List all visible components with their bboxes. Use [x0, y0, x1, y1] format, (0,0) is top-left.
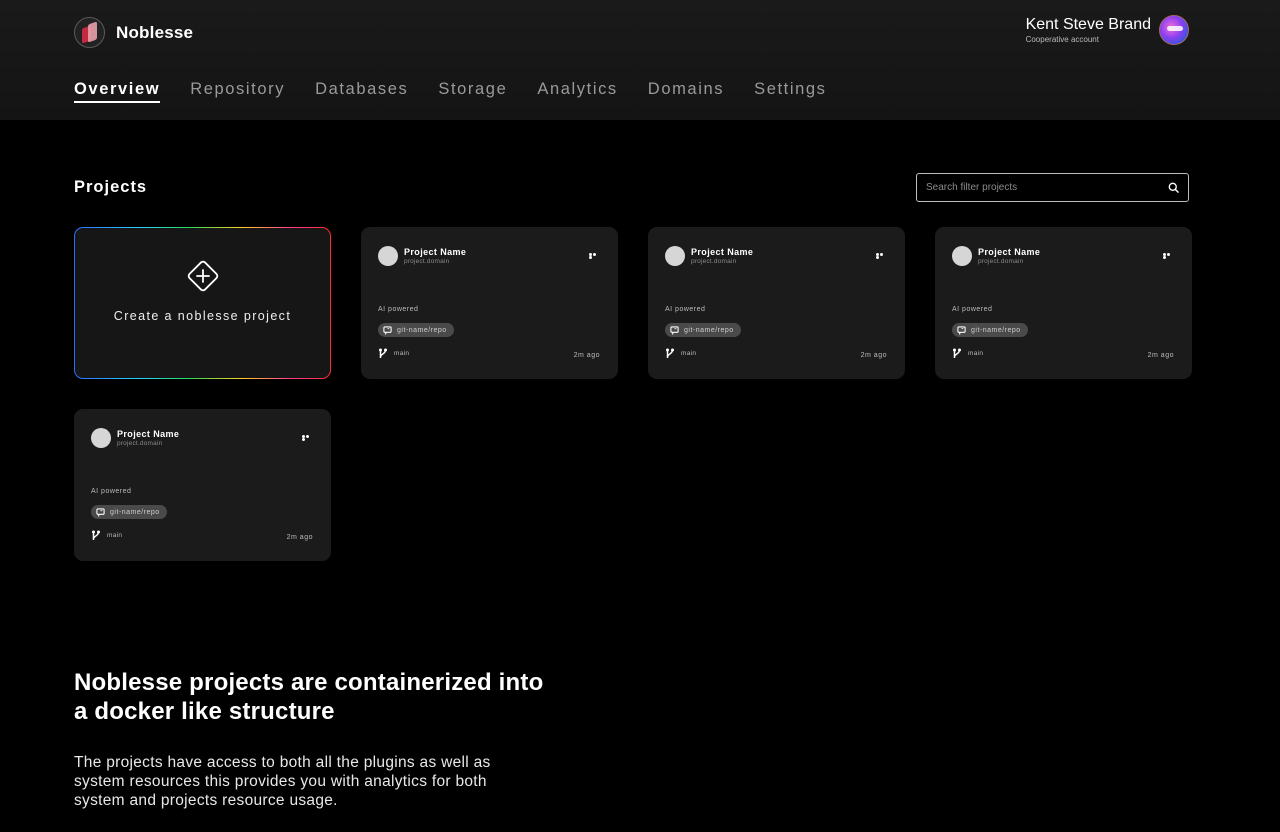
project-domain: project.domain — [404, 258, 450, 265]
nav-analytics[interactable]: Analytics — [537, 79, 617, 103]
top-header: Noblesse Kent Steve Brand Cooperative ac… — [0, 0, 1280, 120]
project-name: Project Name — [117, 429, 180, 439]
brand-logo-icon — [74, 17, 105, 48]
updated-time: 2m ago — [573, 352, 600, 359]
info-description: The projects have access to both all the… — [74, 754, 491, 809]
branch-info: main — [665, 348, 696, 359]
project-tag: AI powered — [665, 306, 706, 313]
project-domain: project.domain — [691, 258, 737, 265]
project-name: Project Name — [978, 247, 1041, 257]
repo-name: git-name/repo — [397, 326, 447, 334]
user-role: Cooperative account — [1025, 34, 1099, 44]
main-nav: Overview Repository Databases Storage An… — [74, 79, 827, 103]
branch-icon — [92, 530, 100, 540]
project-card[interactable]: Project Name project.domain AI powered g… — [361, 227, 618, 379]
branch-name: main — [394, 350, 410, 357]
updated-time: 2m ago — [860, 352, 887, 359]
repo-icon — [96, 507, 105, 517]
nav-settings[interactable]: Settings — [754, 79, 826, 103]
nav-overview[interactable]: Overview — [74, 79, 161, 103]
repo-name: git-name/repo — [110, 508, 160, 516]
project-name: Project Name — [404, 247, 467, 257]
project-avatar — [952, 246, 972, 266]
branch-name: main — [681, 350, 697, 357]
create-project-card[interactable]: Create a noblesse project — [74, 227, 331, 379]
branch-icon — [666, 348, 674, 358]
brand[interactable]: Noblesse — [74, 17, 193, 48]
project-avatar — [665, 246, 685, 266]
branch-info: main — [91, 530, 122, 541]
updated-time: 2m ago — [1147, 352, 1174, 359]
branch-name: main — [107, 532, 123, 539]
more-options-icon[interactable] — [1163, 253, 1174, 259]
projects-title: Projects — [74, 178, 148, 196]
create-project-label: Create a noblesse project — [113, 309, 292, 323]
search-input[interactable] — [917, 174, 1157, 201]
repo-name: git-name/repo — [971, 326, 1021, 334]
project-avatar — [378, 246, 398, 266]
nav-storage[interactable]: Storage — [438, 79, 507, 103]
project-card[interactable]: Project Name project.domain AI powered g… — [74, 409, 331, 561]
brand-name: Noblesse — [116, 22, 194, 42]
branch-info: main — [378, 348, 409, 359]
project-card[interactable]: Project Name project.domain AI powered g… — [935, 227, 1192, 379]
more-options-icon[interactable] — [589, 253, 600, 259]
updated-time: 2m ago — [286, 534, 313, 541]
repo-icon — [383, 325, 392, 335]
repo-icon — [957, 325, 966, 335]
search-icon[interactable] — [1168, 182, 1179, 193]
user-name: Kent Steve Brand — [1025, 15, 1151, 33]
nav-databases[interactable]: Databases — [315, 79, 408, 103]
nav-repository[interactable]: Repository — [190, 79, 285, 103]
project-search — [916, 173, 1189, 202]
user-avatar[interactable] — [1159, 15, 1189, 45]
project-domain: project.domain — [978, 258, 1024, 265]
repo-badge[interactable]: git-name/repo — [665, 323, 741, 337]
repo-badge[interactable]: git-name/repo — [952, 323, 1028, 337]
project-avatar — [91, 428, 111, 448]
add-project-icon — [187, 260, 219, 292]
branch-name: main — [968, 350, 984, 357]
nav-domains[interactable]: Domains — [648, 79, 724, 103]
project-card[interactable]: Project Name project.domain AI powered g… — [648, 227, 905, 379]
more-options-icon[interactable] — [302, 435, 313, 441]
user-menu[interactable]: Kent Steve Brand Cooperative account — [1026, 15, 1189, 45]
branch-icon — [379, 348, 387, 358]
project-tag: AI powered — [952, 306, 993, 313]
more-options-icon[interactable] — [876, 253, 887, 259]
info-heading: Noblesse projects are containerized into… — [74, 669, 544, 725]
branch-icon — [953, 348, 961, 358]
repo-badge[interactable]: git-name/repo — [378, 323, 454, 337]
project-name: Project Name — [691, 247, 754, 257]
project-tag: AI powered — [91, 488, 132, 495]
repo-icon — [670, 325, 679, 335]
project-domain: project.domain — [117, 440, 163, 447]
repo-name: git-name/repo — [684, 326, 734, 334]
repo-badge[interactable]: git-name/repo — [91, 505, 167, 519]
project-tag: AI powered — [378, 306, 419, 313]
branch-info: main — [952, 348, 983, 359]
